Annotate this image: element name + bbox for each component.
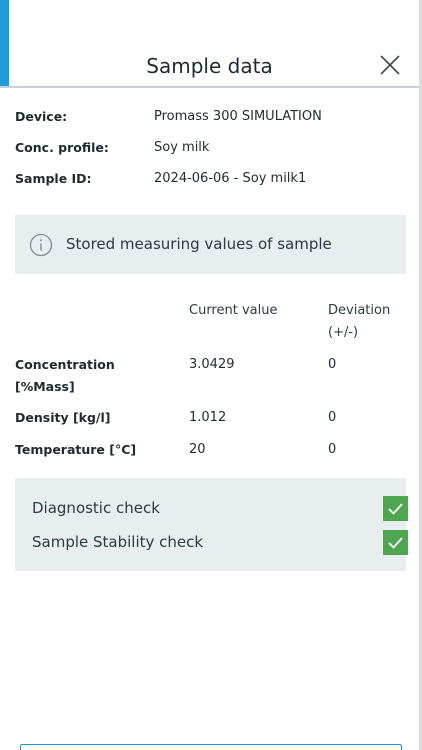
- info-label: Conc. profile:: [15, 140, 109, 155]
- info-row-sample-id: Sample ID: 2024-06-06 - Soy milk1: [15, 167, 405, 198]
- row-label-concentration: Concentration [%Mass]: [15, 354, 155, 398]
- info-value: Promass 300 SIMULATION: [154, 109, 322, 124]
- info-label: Sample ID:: [15, 171, 92, 186]
- check-row-stability: Sample Stability check: [32, 530, 408, 556]
- stability-checkbox[interactable]: [383, 530, 408, 555]
- column-header-deviation: Deviation (+/-): [328, 300, 390, 344]
- temperature-deviation-value: 0: [328, 442, 337, 457]
- column-header-deviation-line1: Deviation: [328, 303, 391, 318]
- row-label-density: Density [kg/l]: [15, 410, 111, 425]
- sample-data-screen: Sample data Device: Promass 300 SIMULATI…: [0, 0, 422, 750]
- density-current-value: 1.012: [189, 410, 227, 425]
- dialog-header: Sample data: [0, 0, 419, 88]
- close-button[interactable]: [378, 53, 402, 77]
- info-label: Device:: [15, 109, 68, 124]
- info-row-conc-profile: Conc. profile: Soy milk: [15, 136, 405, 167]
- row-label-temperature: Temperature [°C]: [15, 442, 137, 457]
- info-notice: Stored measuring values of sample: [15, 215, 406, 274]
- column-header-deviation-line2: (+/-): [328, 325, 359, 340]
- info-row-device: Device: Promass 300 SIMULATION: [15, 105, 405, 136]
- check-label: Diagnostic check: [32, 499, 160, 517]
- info-icon: [29, 233, 53, 257]
- info-value: 2024-06-06 - Soy milk1: [154, 171, 307, 186]
- temperature-current-value: 20: [189, 442, 206, 457]
- sample-info: Device: Promass 300 SIMULATION Conc. pro…: [15, 105, 405, 198]
- info-value: Soy milk: [154, 140, 210, 155]
- checks-panel: Diagnostic check Sample Stability check: [15, 478, 408, 571]
- row-label-line1: Concentration: [15, 357, 115, 372]
- checkmark-icon: [388, 503, 403, 515]
- concentration-current-value: 3.0429: [189, 357, 235, 372]
- diagnostic-checkbox[interactable]: [383, 496, 408, 521]
- close-icon: [380, 55, 400, 75]
- row-label-line2: [%Mass]: [15, 379, 75, 394]
- page-title: Sample data: [146, 54, 273, 78]
- bottom-action-button[interactable]: [20, 744, 402, 750]
- density-deviation-value: 0: [328, 410, 337, 425]
- check-row-diagnostic: Diagnostic check: [32, 496, 408, 522]
- column-header-current: Current value: [189, 303, 278, 318]
- checkmark-icon: [388, 537, 403, 549]
- concentration-deviation-value: 0: [328, 357, 337, 372]
- notice-text: Stored measuring values of sample: [66, 235, 332, 253]
- check-label: Sample Stability check: [32, 533, 204, 551]
